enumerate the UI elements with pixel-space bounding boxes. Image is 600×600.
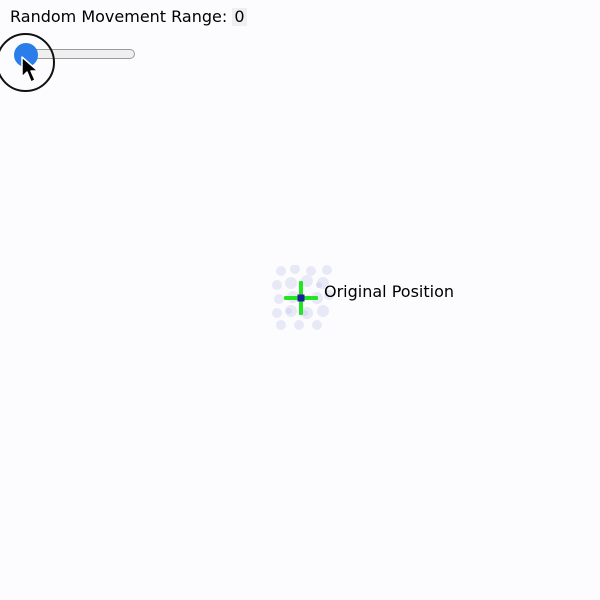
original-position-label: Original Position — [324, 282, 454, 301]
range-value: 0 — [232, 7, 247, 26]
range-slider-thumb[interactable] — [14, 43, 38, 67]
canvas-page: Random Movement Range: 0 Original Positi… — [0, 0, 600, 600]
range-label-text: Random Movement Range: — [10, 7, 228, 26]
range-label: Random Movement Range: 0 — [10, 8, 247, 26]
crosshair-icon — [284, 281, 318, 315]
